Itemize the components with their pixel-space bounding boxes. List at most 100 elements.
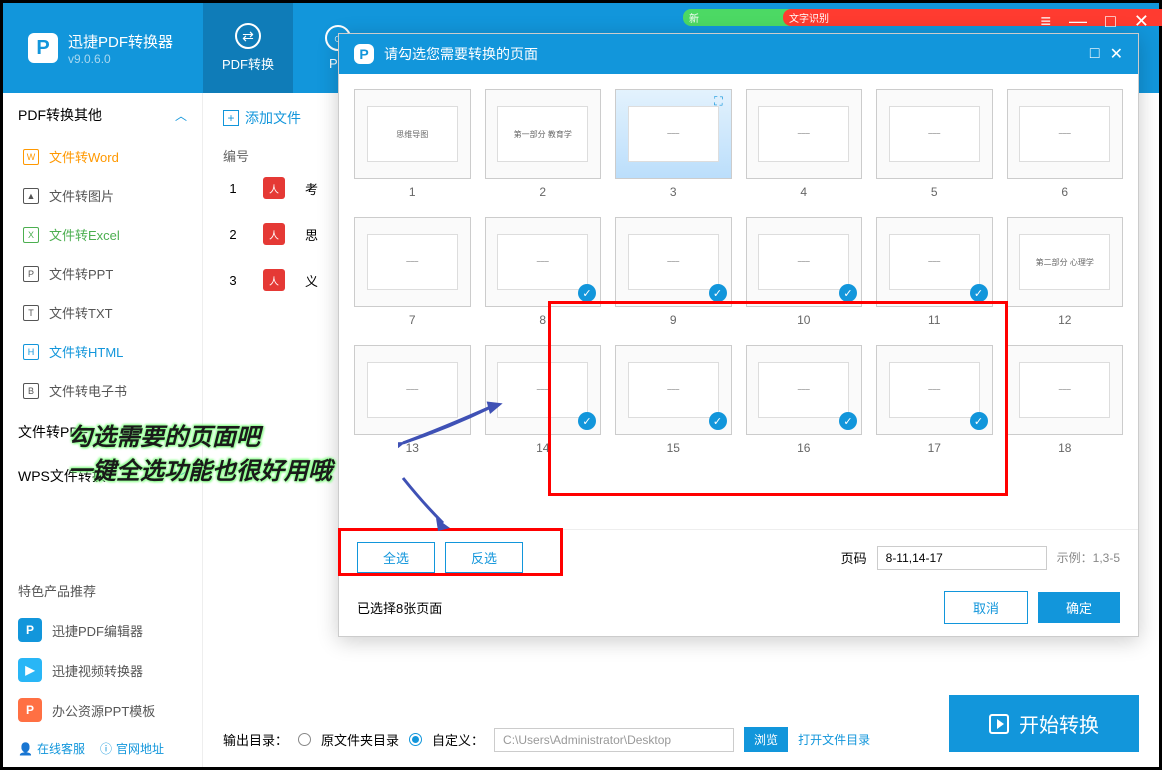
recommend-item-1[interactable]: ▶迅捷视频转换器 (3, 650, 202, 690)
thumb-box: ⎯⎯⎯✓ (485, 217, 602, 307)
start-convert-button[interactable]: 开始转换 (949, 695, 1139, 752)
file-type-icon: P (23, 266, 39, 282)
sidebar-section-pdf-to-other[interactable]: PDF转换其他 ︿ (3, 93, 202, 137)
sidebar-item-6[interactable]: B文件转电子书 (3, 371, 202, 410)
thumb-box: 第二部分 心理学 (1007, 217, 1124, 307)
page-number: 13 (406, 441, 419, 455)
radio-original-dir[interactable] (298, 733, 311, 746)
browse-button[interactable]: 浏览 (744, 727, 788, 752)
sidebar-item-4[interactable]: T文件转TXT (3, 293, 202, 332)
sidebar-item-2[interactable]: X文件转Excel (3, 215, 202, 254)
select-all-button[interactable]: 全选 (357, 542, 435, 573)
thumb-box: ⎯⎯⎯ (1007, 345, 1124, 435)
recommend-item-0[interactable]: P迅捷PDF编辑器 (3, 610, 202, 650)
output-label: 输出目录： (223, 730, 288, 749)
page-thumb-10[interactable]: ⎯⎯⎯✓ 10 (746, 217, 863, 327)
sidebar-item-3[interactable]: P文件转PPT (3, 254, 202, 293)
online-service-link[interactable]: 👤 在线客服 (18, 740, 85, 757)
sidebar-section-wps[interactable]: WPS文件转换 ﹀ (3, 454, 202, 498)
check-icon: ✓ (578, 284, 596, 302)
maximize-icon[interactable]: □ (1105, 11, 1116, 32)
page-thumb-18[interactable]: ⎯⎯⎯18 (1007, 345, 1124, 455)
page-number: 9 (670, 313, 677, 327)
bottom-links: 👤 在线客服 ⓘ 官网地址 (3, 730, 202, 767)
page-thumb-5[interactable]: ⎯⎯⎯5 (876, 89, 993, 199)
page-grid: 思维导图1第一部分 教育学2⎯⎯⎯⛶3⎯⎯⎯4⎯⎯⎯5⎯⎯⎯6⎯⎯⎯7⎯⎯⎯✓8… (354, 89, 1123, 455)
page-thumb-6[interactable]: ⎯⎯⎯6 (1007, 89, 1124, 199)
page-thumb-9[interactable]: ⎯⎯⎯✓9 (615, 217, 732, 327)
modal-maximize-icon[interactable]: □ (1090, 45, 1100, 63)
page-number: 4 (800, 185, 807, 199)
thumb-box: ⎯⎯⎯ (876, 89, 993, 179)
page-thumb-16[interactable]: ⎯⎯⎯✓16 (746, 345, 863, 455)
check-icon: ✓ (970, 284, 988, 302)
app-version: v9.0.6.0 (68, 52, 173, 66)
thumb-box: ⎯⎯⎯ (1007, 89, 1124, 179)
page-thumb-4[interactable]: ⎯⎯⎯4 (746, 89, 863, 199)
recommend-icon: ▶ (18, 658, 42, 682)
sidebar-item-0[interactable]: W文件转Word (3, 137, 202, 176)
play-icon (989, 714, 1009, 734)
file-type-icon: W (23, 149, 39, 165)
sidebar-section-file-to-pdf[interactable]: 文件转PDF ﹀ (3, 410, 202, 454)
page-thumb-8[interactable]: ⎯⎯⎯✓ 8 (485, 217, 602, 327)
app-logo-icon: P (28, 33, 58, 63)
plus-icon: + (223, 110, 239, 126)
close-icon[interactable]: ✕ (1134, 11, 1149, 32)
chevron-up-icon: ︿ (175, 107, 187, 124)
file-type-icon: ▲ (23, 188, 39, 204)
page-thumb-2[interactable]: 第一部分 教育学2 (485, 89, 602, 199)
page-thumb-13[interactable]: ⎯⎯⎯ 13 (354, 345, 471, 455)
menu-icon[interactable]: ≡ (1041, 11, 1052, 32)
sidebar-item-5[interactable]: H文件转HTML (3, 332, 202, 371)
tab-pdf-convert[interactable]: ⇄ PDF转换 (203, 3, 293, 93)
modal-body: 思维导图1第一部分 教育学2⎯⎯⎯⛶3⎯⎯⎯4⎯⎯⎯5⎯⎯⎯6⎯⎯⎯7⎯⎯⎯✓8… (339, 74, 1138, 529)
page-thumb-12[interactable]: 第二部分 心理学 12 (1007, 217, 1124, 327)
page-number: 12 (1058, 313, 1071, 327)
chevron-down-icon: ﹀ (175, 424, 187, 441)
cancel-button[interactable]: 取消 (944, 591, 1028, 624)
thumb-box: ⎯⎯⎯✓ (615, 345, 732, 435)
page-thumb-11[interactable]: ⎯⎯⎯✓11 (876, 217, 993, 327)
minimize-icon[interactable]: — (1069, 11, 1087, 32)
page-thumb-3[interactable]: ⎯⎯⎯⛶3 (615, 89, 732, 199)
check-icon: ✓ (839, 284, 857, 302)
modal-header: P 请勾选您需要转换的页面 □ ✕ (339, 34, 1138, 74)
selected-count-text: 已选择8张页面 (357, 598, 442, 617)
chevron-down-icon: ﹀ (175, 468, 187, 485)
recommend-icon: P (18, 618, 42, 642)
thumb-box: ⎯⎯⎯ (354, 217, 471, 307)
confirm-button[interactable]: 确定 (1038, 592, 1120, 623)
page-thumb-17[interactable]: ⎯⎯⎯✓ 17 (876, 345, 993, 455)
open-dir-link[interactable]: 打开文件目录 (798, 731, 870, 748)
output-path-input[interactable] (494, 728, 734, 752)
file-type-icon: X (23, 227, 39, 243)
check-icon: ✓ (709, 284, 727, 302)
sidebar-item-1[interactable]: ▲文件转图片 (3, 176, 202, 215)
recommend-item-2[interactable]: P办公资源PPT模板 (3, 690, 202, 730)
file-type-icon: B (23, 383, 39, 399)
page-number: 11 (928, 313, 940, 327)
page-number: 8 (539, 313, 546, 327)
page-number: 10 (797, 313, 810, 327)
page-number: 2 (539, 185, 546, 199)
page-number: 17 (928, 441, 941, 455)
official-site-link[interactable]: ⓘ 官网地址 (100, 740, 164, 757)
recommend-title: 特色产品推荐 (3, 571, 202, 610)
expand-icon[interactable]: ⛶ (711, 94, 727, 110)
page-thumb-15[interactable]: ⎯⎯⎯✓15 (615, 345, 732, 455)
page-thumb-1[interactable]: 思维导图1 (354, 89, 471, 199)
modal-close-icon[interactable]: ✕ (1110, 44, 1123, 64)
radio-custom-dir[interactable] (409, 733, 422, 746)
modal-logo-icon: P (354, 44, 374, 64)
thumb-box: ⎯⎯⎯ (354, 345, 471, 435)
check-icon: ✓ (709, 412, 727, 430)
page-range-input[interactable] (877, 546, 1047, 570)
invert-select-button[interactable]: 反选 (445, 542, 523, 573)
page-thumb-14[interactable]: ⎯⎯⎯✓14 (485, 345, 602, 455)
pdf-icon: 人 (263, 177, 285, 199)
check-icon: ✓ (970, 412, 988, 430)
thumb-box: ⎯⎯⎯✓ (746, 217, 863, 307)
page-thumb-7[interactable]: ⎯⎯⎯7 (354, 217, 471, 327)
thumb-box: ⎯⎯⎯✓ (876, 345, 993, 435)
